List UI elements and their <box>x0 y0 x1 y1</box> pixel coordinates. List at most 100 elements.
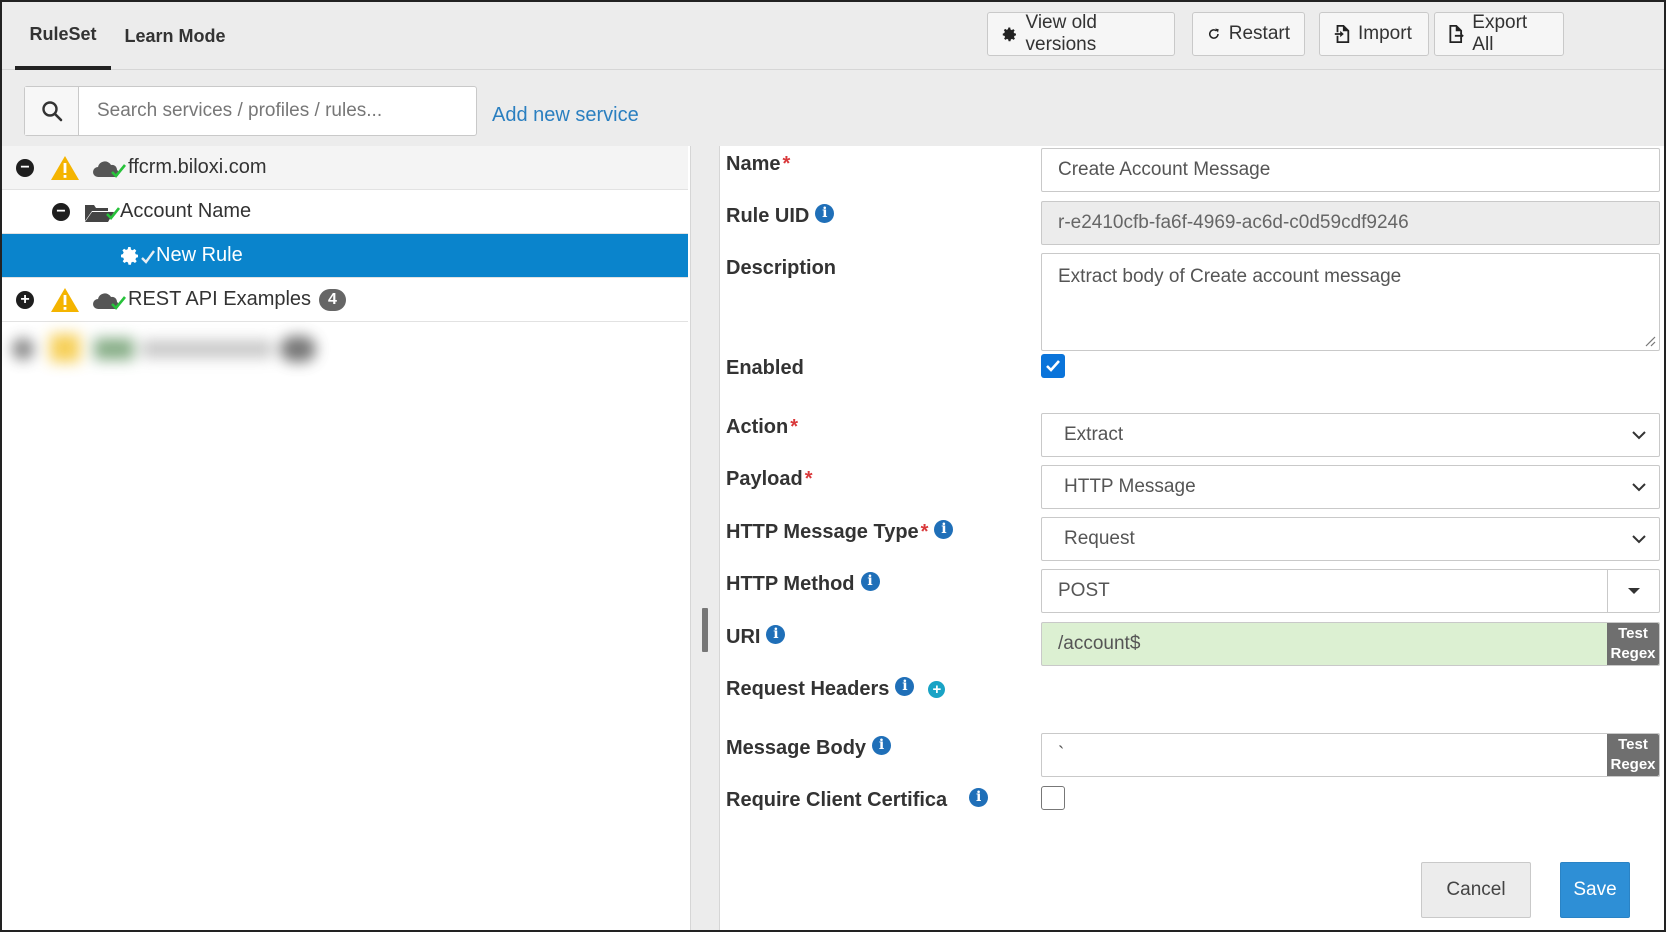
chevron-down-icon <box>1632 535 1646 544</box>
tree-item-label: Account Name <box>120 200 252 222</box>
cloud-check-icon <box>93 160 127 178</box>
http-method-dropdown-toggle[interactable] <box>1607 570 1659 612</box>
http-message-type-value: Request <box>1064 528 1135 549</box>
info-icon[interactable]: i <box>934 519 954 539</box>
rule-uid-label-text: Rule UID <box>726 204 810 227</box>
export-all-label: Export All <box>1472 12 1528 55</box>
http-method-combobox[interactable]: POST <box>1041 569 1660 613</box>
export-all-button[interactable]: Export All <box>1434 12 1564 56</box>
http-method-value: POST <box>1058 580 1110 601</box>
top-bar: RuleSet Learn Mode View old versions Res… <box>2 2 1664 70</box>
view-old-versions-label: View old versions <box>1025 12 1097 55</box>
http-message-type-label-text: HTTP Message Type <box>726 520 919 543</box>
info-icon[interactable]: i <box>860 571 880 591</box>
collapse-icon[interactable]: − <box>16 158 34 177</box>
uri-value: /account$ <box>1058 633 1141 654</box>
tree-item-label: New Rule <box>156 244 243 266</box>
tree-item-profile[interactable]: − Account Name <box>2 190 688 234</box>
import-label: Import <box>1358 23 1412 44</box>
search-icon <box>41 101 62 122</box>
uri-test-regex-button[interactable]: Test Regex <box>1607 623 1659 665</box>
request-headers-label: Request Headers i + <box>726 675 946 703</box>
http-method-label: HTTP Method i <box>726 570 880 598</box>
chevron-down-icon <box>1632 431 1646 440</box>
uri-label-text: URI <box>726 625 761 648</box>
description-field[interactable]: Extract body of Create account message <box>1041 253 1660 351</box>
require-client-cert-label-text: Require Client Certifica <box>726 788 948 811</box>
required-mark: * <box>804 467 813 490</box>
rule-form: Name * Create Account Message Rule UID i r… <box>720 146 1664 846</box>
panel-splitter[interactable] <box>690 146 720 930</box>
message-body-label: Message Body i <box>726 734 892 762</box>
name-label: Name * <box>726 150 790 178</box>
file-export-icon <box>1449 25 1464 43</box>
info-icon[interactable]: i <box>969 787 989 807</box>
search-input[interactable] <box>79 87 476 135</box>
http-message-type-select[interactable]: Request <box>1041 517 1660 561</box>
search-row: Add new service <box>2 70 1664 146</box>
file-import-icon <box>1334 25 1350 43</box>
require-client-cert-checkbox[interactable] <box>1041 786 1065 810</box>
rule-uid-label: Rule UID i <box>726 202 835 230</box>
test-regex-line: Test <box>1618 736 1648 753</box>
required-mark: * <box>782 152 791 175</box>
warning-icon <box>51 155 79 180</box>
cloud-check-icon <box>93 292 127 310</box>
tree-item-label: REST API Examples <box>128 288 312 310</box>
description-text: Extract body of Create account message <box>1058 266 1402 287</box>
action-label-text: Action <box>726 415 789 438</box>
info-icon[interactable]: i <box>872 735 892 755</box>
expand-icon[interactable]: + <box>16 290 34 309</box>
info-icon[interactable]: i <box>895 676 915 696</box>
action-value: Extract <box>1064 424 1124 445</box>
message-body-field[interactable]: ` Test Regex <box>1041 733 1660 777</box>
drag-handle[interactable] <box>702 608 708 652</box>
payload-label: Payload * <box>726 465 813 493</box>
tab-ruleset[interactable]: RuleSet <box>15 2 111 70</box>
tab-learn-mode[interactable]: Learn Mode <box>120 2 230 70</box>
form-footer: Cancel Save <box>720 846 1664 930</box>
count-badge: 4 <box>319 288 346 311</box>
test-regex-line: Test <box>1618 625 1648 642</box>
http-method-label-text: HTTP Method <box>726 572 855 595</box>
add-header-icon[interactable]: + <box>928 680 946 698</box>
restart-label: Restart <box>1228 23 1290 44</box>
warning-icon <box>51 287 79 312</box>
http-message-type-label: HTTP Message Type * i <box>726 518 954 546</box>
chevron-down-icon <box>1632 483 1646 492</box>
save-button[interactable]: Save <box>1560 862 1630 918</box>
name-label-text: Name <box>726 152 781 175</box>
tree-item-rule[interactable]: New Rule <box>2 234 688 278</box>
resize-grip-icon[interactable] <box>1644 335 1656 347</box>
info-icon[interactable]: i <box>766 624 786 644</box>
restart-button[interactable]: Restart <box>1192 12 1305 56</box>
view-old-versions-button[interactable]: View old versions <box>987 12 1175 56</box>
import-button[interactable]: Import <box>1319 12 1429 56</box>
name-field[interactable]: Create Account Message <box>1041 148 1660 192</box>
message-body-test-regex-button[interactable]: Test Regex <box>1607 734 1659 776</box>
required-mark: * <box>790 415 799 438</box>
action-select[interactable]: Extract <box>1041 413 1660 457</box>
tree-item-service[interactable]: − ffcrm.biloxi.com <box>2 146 688 190</box>
gear-check-icon <box>121 246 155 265</box>
enabled-checkbox[interactable] <box>1041 354 1065 378</box>
uri-label: URI i <box>726 623 786 651</box>
add-new-service-link[interactable]: Add new service <box>492 104 639 127</box>
collapse-icon[interactable]: − <box>52 202 70 221</box>
require-client-cert-label: Require Client Certifica i <box>726 786 989 814</box>
payload-value: HTTP Message <box>1064 476 1196 497</box>
uri-field[interactable]: /account$ Test Regex <box>1041 622 1660 666</box>
payload-label-text: Payload <box>726 467 803 490</box>
payload-select[interactable]: HTTP Message <box>1041 465 1660 509</box>
tree-item-label: ffcrm.biloxi.com <box>128 156 267 178</box>
caret-down-icon <box>1627 588 1640 594</box>
test-regex-line: Regex <box>1610 645 1656 662</box>
search-button[interactable] <box>25 87 79 135</box>
app-window: RuleSet Learn Mode View old versions Res… <box>0 0 1666 932</box>
message-body-value: ` <box>1058 744 1065 765</box>
cancel-button[interactable]: Cancel <box>1421 862 1531 918</box>
tree-item-service[interactable]: + REST API Examples 4 <box>2 278 688 322</box>
service-tree: − ffcrm.biloxi.com − Account Name New Ru… <box>2 146 690 930</box>
redacted-tree-item <box>2 326 688 372</box>
info-icon[interactable]: i <box>815 203 835 223</box>
